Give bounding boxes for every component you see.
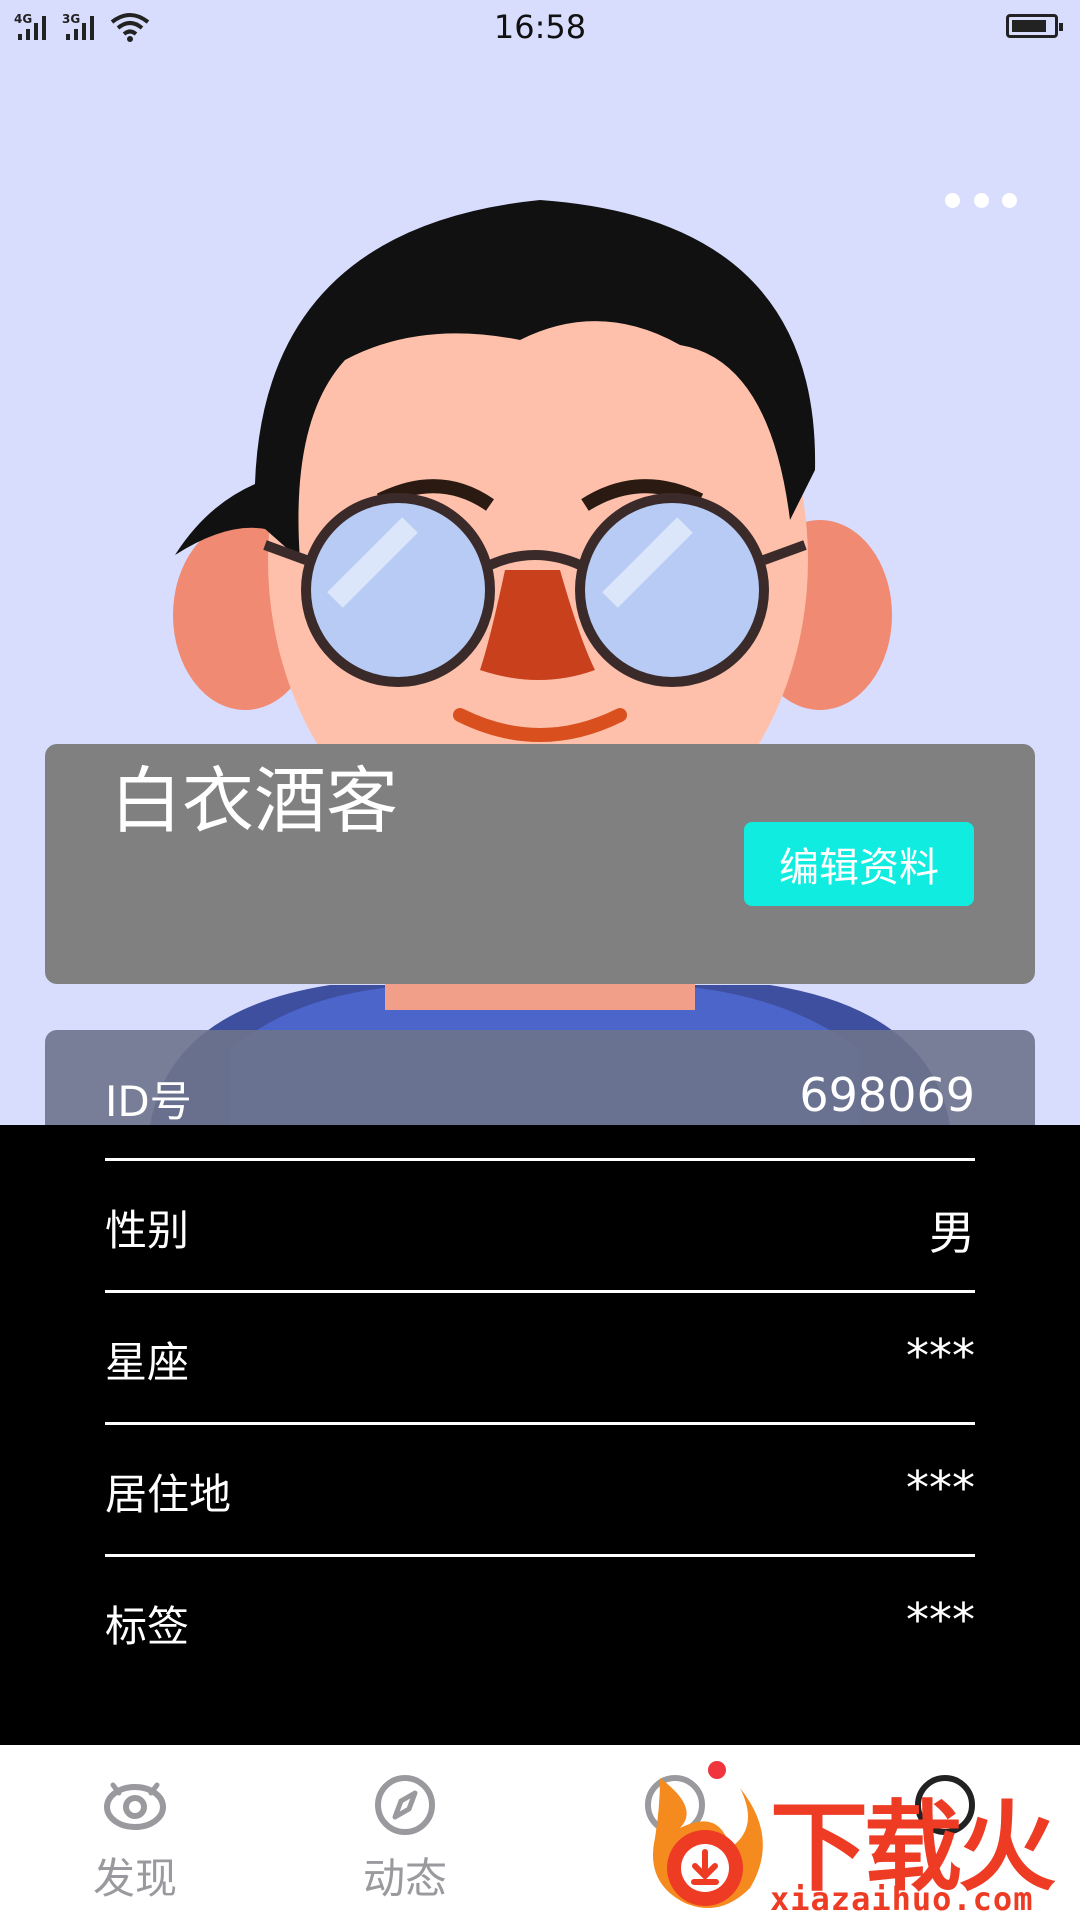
info-value: 698069 bbox=[799, 1068, 975, 1122]
info-row-gender[interactable]: 性别 男 bbox=[105, 1161, 975, 1293]
tab-label: 发现 bbox=[92, 1854, 177, 1903]
tab-label: 动态 bbox=[362, 1854, 447, 1903]
nickname: 白衣酒客 bbox=[110, 759, 399, 843]
info-row-id: ID号 698069 bbox=[105, 1030, 975, 1161]
flame-logo-icon bbox=[653, 1778, 763, 1908]
info-value: 男 bbox=[929, 1206, 975, 1260]
battery-icon bbox=[1006, 14, 1063, 38]
info-value: *** bbox=[906, 1329, 975, 1383]
watermark: 下载火 xiazaihuo.com bbox=[640, 1768, 1080, 1920]
info-label: 标签 bbox=[105, 1602, 190, 1651]
info-value: *** bbox=[906, 1461, 975, 1515]
info-label: ID号 bbox=[105, 1077, 192, 1126]
info-row-residence[interactable]: 居住地 *** bbox=[105, 1425, 975, 1557]
info-row-constellation[interactable]: 星座 *** bbox=[105, 1293, 975, 1425]
info-label: 居住地 bbox=[105, 1470, 232, 1519]
watermark-url: xiazaihuo.com bbox=[770, 1880, 1034, 1918]
status-bar: 4G 3G 16:58 bbox=[0, 0, 1080, 56]
tab-discover[interactable]: 发现 bbox=[35, 1745, 235, 1920]
info-row-tags[interactable]: 标签 *** bbox=[105, 1557, 975, 1689]
more-options-button[interactable] bbox=[945, 185, 1017, 215]
compass-icon bbox=[375, 1775, 435, 1835]
profile-name-card: 白衣酒客 编辑资料 bbox=[45, 744, 1035, 984]
profile-info-list: ID号 698069 性别 男 星座 *** 居住地 *** 标签 *** bbox=[105, 1030, 975, 1689]
more-dot-icon bbox=[973, 192, 989, 208]
eye-icon bbox=[104, 1782, 166, 1830]
info-value: *** bbox=[906, 1593, 975, 1647]
more-dot-icon bbox=[1002, 192, 1017, 208]
edit-profile-button[interactable]: 编辑资料 bbox=[744, 822, 974, 906]
info-label: 星座 bbox=[105, 1338, 190, 1387]
more-dot-icon bbox=[945, 192, 960, 208]
info-label: 性别 bbox=[105, 1206, 190, 1255]
status-time: 16:58 bbox=[493, 8, 587, 46]
tab-moments[interactable]: 动态 bbox=[305, 1745, 505, 1920]
